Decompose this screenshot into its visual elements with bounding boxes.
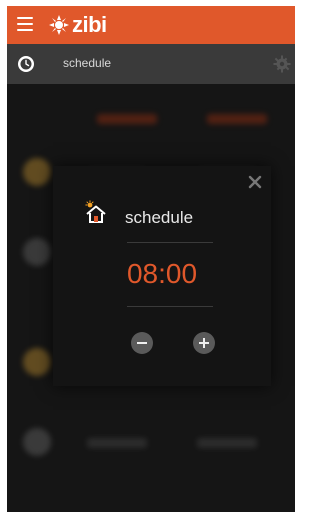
decrease-time-button[interactable] — [131, 332, 153, 354]
minus-icon — [137, 342, 147, 344]
page-title: schedule — [63, 56, 112, 70]
top-bar: zibi — [7, 6, 295, 44]
increase-time-button[interactable] — [193, 332, 215, 354]
sub-header: schedule — [7, 44, 295, 84]
schedule-dialog: schedule 08:00 — [53, 166, 271, 386]
close-icon[interactable] — [247, 174, 263, 190]
time-value: 08:00 — [126, 258, 198, 289]
dialog-title: schedule — [125, 208, 194, 227]
home-sun-icon — [85, 200, 106, 223]
brand-logo: zibi — [48, 11, 107, 39]
divider — [127, 306, 213, 307]
divider — [127, 242, 213, 243]
menu-icon[interactable] — [17, 17, 33, 33]
brand-name: zibi — [72, 12, 107, 37]
gear-icon[interactable] — [273, 55, 291, 73]
plus-icon — [199, 338, 209, 348]
zibi-logo-icon — [49, 15, 69, 35]
app-screen: zibi schedule schedule 08:00 — [7, 6, 295, 512]
clock-icon[interactable] — [17, 55, 35, 73]
